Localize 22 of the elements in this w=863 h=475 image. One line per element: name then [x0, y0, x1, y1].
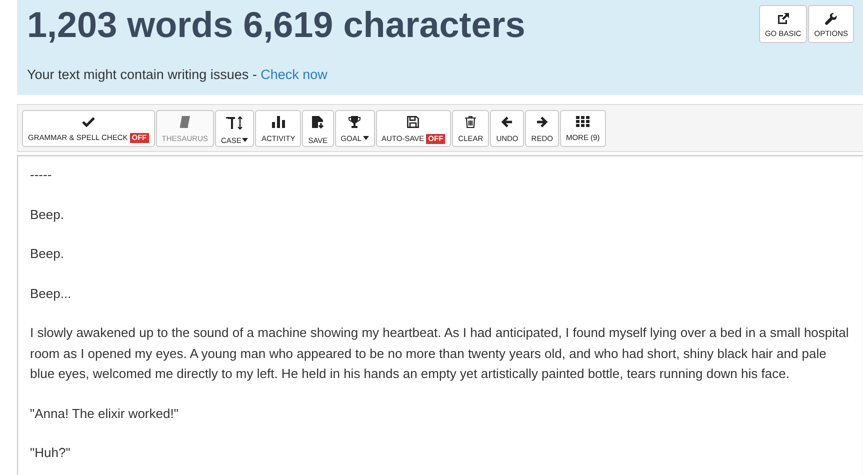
- wrench-icon: [825, 13, 838, 25]
- grid-icon: [576, 116, 590, 126]
- paragraph: Beep...: [30, 284, 72, 303]
- paragraph: "Anna! The elixir worked!": [30, 404, 180, 422]
- paragraph: I slowly awakened up to the sound of a machine showing my heartbeat. As I had anticipated, I found myself lying over a bed in a small hospital room as I opened my eyes. A young man who appeared to be no more than twenty years old, and who had short, shiny black hair and pale blue eyes, welcomed me directly to my left. He held in his hands an empty yet artistically painted bottle, tears running down his face.: [30, 324, 850, 383]
- paragraph: Beep.: [30, 206, 65, 224]
- check-now-link[interactable]: Check now: [260, 67, 328, 82]
- text-editor[interactable]: [17, 155, 863, 475]
- check-icon: [82, 116, 95, 126]
- trophy-icon: [348, 116, 362, 128]
- text-size-icon: [226, 116, 244, 130]
- paragraph: Beep.: [30, 245, 65, 263]
- bar-chart-icon: [272, 116, 285, 128]
- word-count-title: 1,203 words 6,619 characters: [27, 3, 526, 47]
- external-link-icon: [777, 13, 790, 25]
- document-download-icon: [312, 116, 324, 130]
- right-arrow-icon: [536, 116, 548, 128]
- paragraph: -----: [30, 166, 53, 184]
- writing-issues-notice: Your text might contain writing issues - Check now: [27, 67, 328, 82]
- left-arrow-icon: [501, 116, 514, 128]
- trash-icon: [465, 116, 476, 128]
- paragraph: "Huh?": [30, 444, 72, 462]
